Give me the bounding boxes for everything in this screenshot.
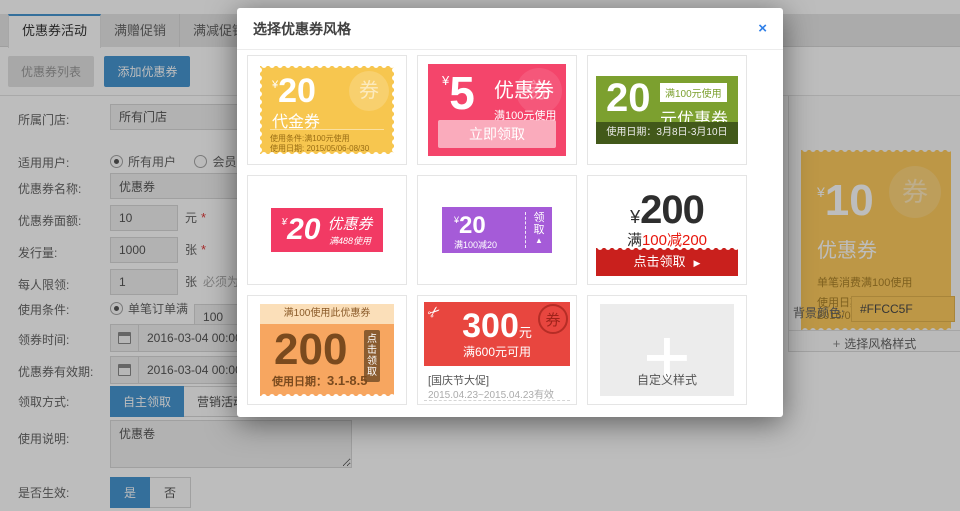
coupon-amount: 20 xyxy=(459,212,486,239)
coupon-unit: 元 xyxy=(519,325,532,340)
custom-style-label: 自定义样式 xyxy=(600,371,734,388)
coupon-watermark-icon: 券 xyxy=(516,68,562,114)
coupon-watermark-icon: 券 xyxy=(538,304,568,334)
coupon-date: 使用日期: 2015/05/06-08/30 xyxy=(270,143,369,154)
currency-symbol: ¥ xyxy=(630,207,640,227)
coupon-condition: 满488使用 xyxy=(327,234,372,247)
coupon-sample: ✂ 300元 满600元可用 券 xyxy=(424,302,570,366)
coupon-sample: ¥20 满100减20 领取 ▲ xyxy=(442,207,552,253)
coupon-date: 使用日期：3月8日-3月10日 xyxy=(596,122,738,144)
coupon-amount: 20 xyxy=(287,213,320,246)
coupon-name: 优惠券 xyxy=(327,213,372,234)
coupon-condition-prefix: 满 xyxy=(627,232,642,249)
style-tile-red-block[interactable]: ✂ 300元 满600元可用 券 [国庆节大促] 2015.04.23~2015… xyxy=(417,295,577,405)
coupon-amount: 300 xyxy=(462,307,519,345)
coupon-style-grid: ¥20 代金券 使用条件:满100元使用 使用日期: 2015/05/06-08… xyxy=(247,55,747,405)
coupon-condition: 满100使用此优惠券 xyxy=(260,304,394,324)
coupon-condition: 满600元可用 xyxy=(424,343,570,360)
coupon-condition: 满100减20 xyxy=(454,238,525,251)
coupon-validity: 2015.04.23~2015.04.23有效 xyxy=(428,386,554,401)
arrow-right-icon: ▶ xyxy=(694,258,701,268)
style-tile-pink[interactable]: ¥5 优惠券 满100元使用 立即领取 券 xyxy=(417,55,577,165)
coupon-date-label: 使用日期： xyxy=(272,376,327,388)
coupon-sample: ¥5 优惠券 满100元使用 立即领取 券 xyxy=(428,64,566,156)
coupon-sample: 满100使用此优惠券 200 点击领取 使用日期：3.1-8.5 xyxy=(260,304,394,396)
style-tile-red-banner[interactable]: ¥20 优惠券 满488使用 xyxy=(247,175,407,285)
claim-label: 领取 xyxy=(533,212,545,236)
coupon-sample: ¥20 优惠券 满488使用 xyxy=(271,208,383,252)
coupon-amount: 5 xyxy=(449,67,475,119)
coupon-condition-badge: 满100元使用 xyxy=(660,83,727,102)
style-tile-yellow[interactable]: ¥20 代金券 使用条件:满100元使用 使用日期: 2015/05/06-08… xyxy=(247,55,407,165)
coupon-admin-page: 优惠券活动 满赠促销 满减促销 搭配促销 优惠券列表 添加优惠券 所属门店: 所… xyxy=(0,0,960,511)
coupon-condition: 100减200 xyxy=(642,232,707,249)
coupon-amount: 200 xyxy=(274,328,347,372)
claim-now-button: 立即领取 xyxy=(438,120,556,148)
close-icon[interactable]: × xyxy=(758,8,767,50)
modal-title: 选择优惠券风格 xyxy=(237,8,783,50)
coupon-sample: ¥20 代金券 使用条件:满100元使用 使用日期: 2015/05/06-08… xyxy=(260,66,394,154)
style-tile-green[interactable]: 20 满100元使用 元优惠券 使用日期：3月8日-3月10日 xyxy=(587,55,747,165)
coupon-amount: 20 xyxy=(606,76,651,121)
custom-style-box: + 自定义样式 xyxy=(600,304,734,396)
style-tile-custom[interactable]: + 自定义样式 xyxy=(587,295,747,405)
coupon-amount: 20 xyxy=(278,72,316,110)
style-tile-white-red[interactable]: ¥200 满100减200 点击领取▶ xyxy=(587,175,747,285)
coupon-style-modal: 选择优惠券风格 × ¥20 代金券 使用条件:满100元使用 使用日期: 201… xyxy=(237,8,783,417)
style-tile-purple[interactable]: ¥20 满100减20 领取 ▲ xyxy=(417,175,577,285)
coupon-watermark-icon: 券 xyxy=(349,71,389,111)
coupon-sample: 20 满100元使用 元优惠券 使用日期：3月8日-3月10日 xyxy=(596,76,738,144)
coupon-date: 3.1-8.5 xyxy=(327,373,367,388)
click-claim-button: 点击领取▶ xyxy=(596,248,738,276)
coupon-amount: 200 xyxy=(640,188,704,232)
wavy-edge xyxy=(424,400,570,401)
arrow-up-icon: ▲ xyxy=(526,236,552,245)
style-tile-orange[interactable]: 满100使用此优惠券 200 点击领取 使用日期：3.1-8.5 xyxy=(247,295,407,405)
